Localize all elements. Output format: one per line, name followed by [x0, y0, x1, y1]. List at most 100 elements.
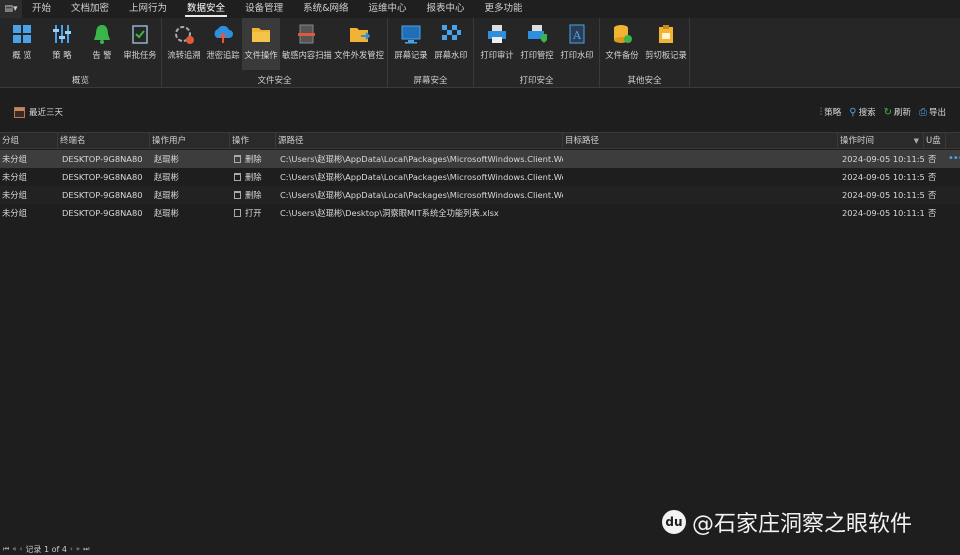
menu-doc-encrypt[interactable]: 文档加密 [61, 0, 119, 18]
overview-button[interactable]: 概 览 [6, 20, 38, 70]
col-time-label: 操作时间 [840, 136, 875, 146]
leak-trace-label: 泄密追踪 [206, 50, 240, 60]
trash-icon [234, 155, 241, 163]
date-filter-dropdown[interactable]: 最近三天 [14, 106, 63, 118]
menu-bar: ▤▾ 开始 文档加密 上网行为 数据安全 设备管理 系统&网络 运维中心 报表中… [0, 0, 960, 18]
col-target-path[interactable]: 目标路径 [563, 133, 838, 149]
screen-watermark-button[interactable]: 屏幕水印 [432, 20, 470, 70]
menu-report-center[interactable]: 报表中心 [417, 0, 475, 18]
approval-task-button[interactable]: 审批任务 [122, 20, 158, 70]
menu-device-mgmt[interactable]: 设备管理 [235, 0, 293, 18]
menu-ops-center[interactable]: 运维中心 [359, 0, 417, 18]
menu-more[interactable]: 更多功能 [475, 0, 533, 18]
export-label: 导出 [928, 108, 946, 118]
file-operation-button[interactable]: 文件操作 [242, 18, 280, 70]
sliders-icon: ⫶ [819, 106, 823, 118]
menu-home[interactable]: 开始 [22, 0, 61, 18]
col-terminal[interactable]: 终端名 [58, 133, 150, 149]
cell-terminal: DESKTOP-9G8NA80 [62, 208, 143, 218]
toolbar-actions: ⫶ 策略 ⚲ 搜索 ↻ 刷新 ⎙ 导出 [819, 106, 946, 119]
prev-page-icon[interactable]: ‹ [20, 545, 23, 553]
search-button[interactable]: ⚲ 搜索 [849, 106, 875, 119]
date-filter-label: 最近三天 [29, 108, 64, 118]
export-button[interactable]: ⎙ 导出 [918, 106, 946, 119]
table-row[interactable]: 未分组 DESKTOP-9G8NA80 赵琨彬 删除 C:\Users\赵琨彬\… [0, 150, 960, 168]
cell-time: 2024-09-05 10:11:51 [842, 190, 924, 200]
cell-terminal: DESKTOP-9G8NA80 [62, 154, 143, 164]
cell-group: 未分组 [2, 154, 27, 164]
print-control-label: 打印管控 [520, 50, 554, 60]
refresh-icon: ↻ [883, 106, 892, 118]
file-backup-button[interactable]: 文件备份 [602, 20, 642, 70]
screen-record-label: 屏幕记录 [394, 50, 428, 60]
col-source-path[interactable]: 源路径 [276, 133, 563, 149]
table-row[interactable]: 未分组 DESKTOP-9G8NA80 赵琨彬 打开 C:\Users\赵琨彬\… [0, 204, 960, 222]
ribbon-group-overview: 概 览 策 略 告 警 审批任务 概览 [0, 18, 162, 88]
monitor-icon [400, 23, 422, 45]
more-options-icon[interactable]: ••• [946, 150, 960, 168]
cell-target-path [565, 150, 838, 168]
sliders-icon [51, 23, 73, 45]
operation-text: 删除 [245, 190, 262, 200]
print-audit-button[interactable]: 打印审计 [478, 20, 516, 70]
table-row[interactable]: 未分组 DESKTOP-9G8NA80 赵琨彬 删除 C:\Users\赵琨彬\… [0, 168, 960, 186]
printer-shield-icon [526, 23, 548, 45]
refresh-button[interactable]: ↻ 刷新 [883, 106, 911, 119]
col-user[interactable]: 操作用户 [150, 133, 230, 149]
last-page-icon[interactable]: ⏭ [83, 545, 89, 554]
screen-watermark-label: 屏幕水印 [434, 50, 468, 60]
alert-label: 告 警 [92, 50, 112, 60]
sensitive-scan-button[interactable]: 敏感内容扫描 [282, 20, 332, 70]
policy-ribbon-button[interactable]: 策 略 [44, 20, 80, 70]
leak-trace-button[interactable]: 泄密追踪 [204, 20, 242, 70]
export-icon: ⎙ [918, 106, 927, 118]
ribbon-group-screen-security: 屏幕记录 屏幕水印 屏幕安全 [388, 18, 474, 88]
col-time[interactable]: 操作时间 ▼ [838, 133, 924, 149]
flow-trace-button[interactable]: 流转追溯 [166, 20, 202, 70]
menu-system-network[interactable]: 系统&网络 [293, 0, 358, 18]
prev-page-fast-icon[interactable]: « [12, 545, 16, 553]
col-operation[interactable]: 操作 [230, 133, 276, 149]
group-label-print-security: 打印安全 [519, 76, 554, 86]
first-page-icon[interactable]: ⏮ [3, 545, 9, 554]
paw-logo-icon: du [662, 510, 686, 534]
operation-text: 删除 [245, 154, 262, 164]
clipboard-record-button[interactable]: 剪切板记录 [644, 20, 688, 70]
print-watermark-button[interactable]: A 打印水印 [558, 20, 596, 70]
print-watermark-icon: A [566, 23, 588, 45]
file-backup-label: 文件备份 [605, 50, 639, 60]
screen-record-button[interactable]: 屏幕记录 [392, 20, 430, 70]
cell-group: 未分组 [2, 208, 27, 218]
file-outgoing-control-button[interactable]: 文件外发管控 [334, 20, 384, 70]
menu-web-behavior[interactable]: 上网行为 [119, 0, 177, 18]
policy-ribbon-label: 策 略 [52, 50, 72, 60]
operation-text: 删除 [245, 172, 262, 182]
cell-time: 2024-09-05 10:11:51 [842, 172, 924, 182]
folder-icon [250, 23, 272, 45]
ribbon-group-print-security: 打印审计 打印管控 A 打印水印 打印安全 [474, 18, 600, 88]
cell-group: 未分组 [2, 172, 27, 182]
menu-data-security[interactable]: 数据安全 [177, 0, 235, 18]
col-group[interactable]: 分组 [0, 133, 58, 149]
print-watermark-label: 打印水印 [560, 50, 594, 60]
print-control-button[interactable]: 打印管控 [518, 20, 556, 70]
alert-button[interactable]: 告 警 [84, 20, 120, 70]
overview-label: 概 览 [12, 50, 32, 60]
app-menu-button[interactable]: ▤▾ [0, 0, 22, 18]
next-page-fast-icon[interactable]: » [76, 545, 80, 553]
refresh-label: 刷新 [893, 108, 911, 118]
col-usb[interactable]: U盘 [924, 133, 946, 149]
table-row[interactable]: 未分组 DESKTOP-9G8NA80 赵琨彬 删除 C:\Users\赵琨彬\… [0, 186, 960, 204]
file-open-icon [234, 209, 241, 217]
grid-icon [11, 23, 33, 45]
database-icon [611, 23, 633, 45]
ribbon: 概 览 策 略 告 警 审批任务 概览 流转追溯 泄密追踪 文件操作 敏感内容扫… [0, 18, 960, 88]
folder-send-icon [348, 23, 371, 45]
policy-button[interactable]: ⫶ 策略 [819, 106, 842, 119]
flow-trace-label: 流转追溯 [167, 50, 201, 60]
clipboard-icon [655, 23, 677, 45]
printer-icon [486, 23, 508, 45]
next-page-icon[interactable]: › [70, 545, 73, 553]
sort-desc-icon: ▼ [913, 137, 919, 145]
approval-task-label: 审批任务 [123, 50, 157, 60]
